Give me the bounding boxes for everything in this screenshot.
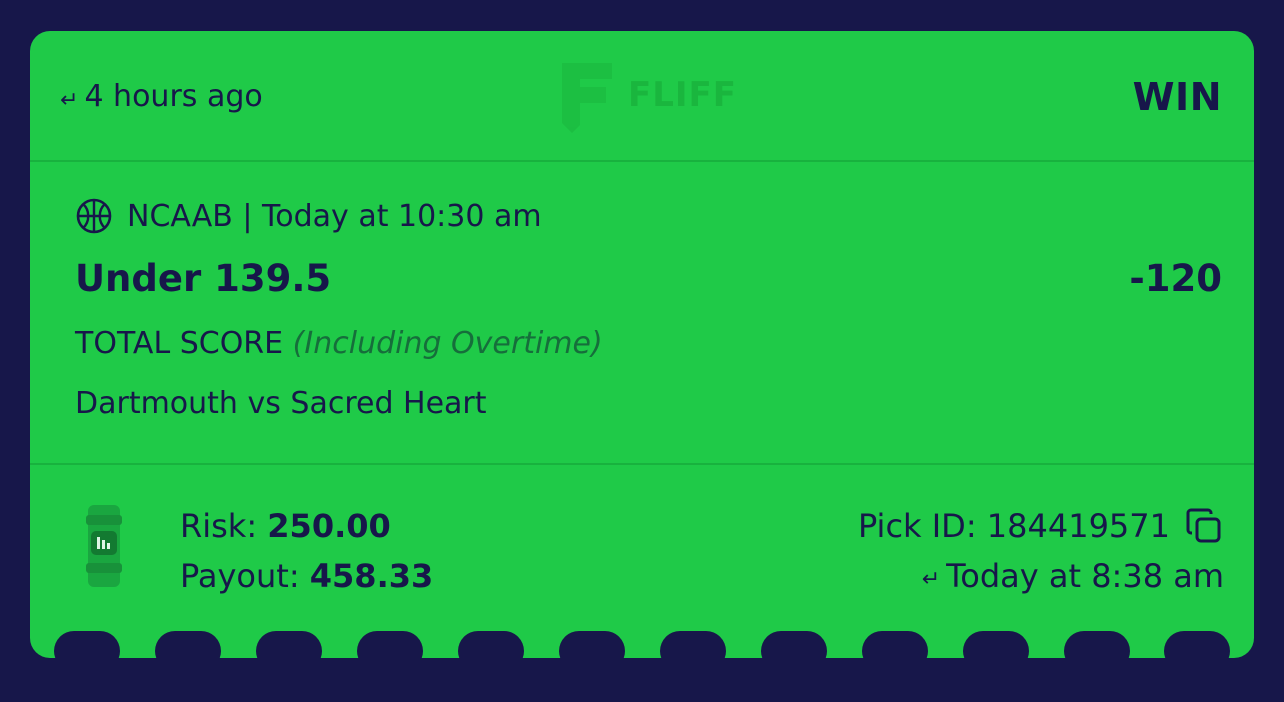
ticket-notches: [54, 631, 1234, 658]
notch: [458, 631, 524, 658]
risk-label: Risk:: [180, 507, 258, 545]
notch: [54, 631, 120, 658]
notch: [256, 631, 322, 658]
risk-row: Risk: 250.00: [180, 501, 433, 551]
time-ago-text: 4 hours ago: [84, 79, 263, 114]
league-line: NCAAB | Today at 10:30 am: [75, 197, 542, 235]
basketball-icon: [76, 198, 112, 234]
notch: [761, 631, 827, 658]
payout-value: 458.33: [309, 557, 434, 595]
bet-selection: Under 139.5: [75, 257, 332, 300]
notch: [660, 631, 726, 658]
notch: [1064, 631, 1130, 658]
return-arrow-icon: ↵: [921, 567, 941, 592]
risk-value: 250.00: [267, 507, 391, 545]
pick-id-value: 184419571: [986, 507, 1170, 545]
league-datetime: NCAAB | Today at 10:30 am: [127, 198, 542, 234]
notch: [155, 631, 221, 658]
notch: [963, 631, 1029, 658]
market-note: (Including Overtime): [292, 326, 603, 361]
body-divider: [30, 463, 1254, 465]
pick-id-row: Pick ID: 184419571: [858, 501, 1224, 551]
watermark-text: FLIFF: [628, 75, 737, 115]
notch: [1164, 631, 1230, 658]
market-label: TOTAL SCORE: [75, 326, 284, 361]
placed-time-row: ↵ Today at 8:38 am: [858, 551, 1224, 601]
result-badge: WIN: [1132, 75, 1222, 119]
payout-label: Payout:: [180, 557, 300, 595]
notch: [357, 631, 423, 658]
return-arrow-icon: ↵: [60, 88, 79, 113]
pick-info: Pick ID: 184419571 ↵ Today at 8:38 am: [858, 501, 1224, 601]
notch: [559, 631, 625, 658]
time-ago: ↵ 4 hours ago: [60, 79, 263, 114]
copy-icon[interactable]: [1184, 506, 1224, 546]
pick-id-label: Pick ID:: [857, 507, 977, 545]
market-type: TOTAL SCORE (Including Overtime): [75, 326, 603, 361]
coin-icon: [86, 505, 122, 587]
header-divider: [30, 160, 1254, 162]
stakes: Risk: 250.00 Payout: 458.33: [180, 501, 433, 601]
bet-odds: -120: [1129, 257, 1222, 300]
bet-card[interactable]: FLIFF ↵ 4 hours ago WIN NCAAB | Today at…: [30, 31, 1254, 658]
payout-row: Payout: 458.33: [180, 551, 433, 601]
matchup: Dartmouth vs Sacred Heart: [75, 386, 487, 421]
notch: [862, 631, 928, 658]
placed-time: Today at 8:38 am: [946, 557, 1224, 595]
